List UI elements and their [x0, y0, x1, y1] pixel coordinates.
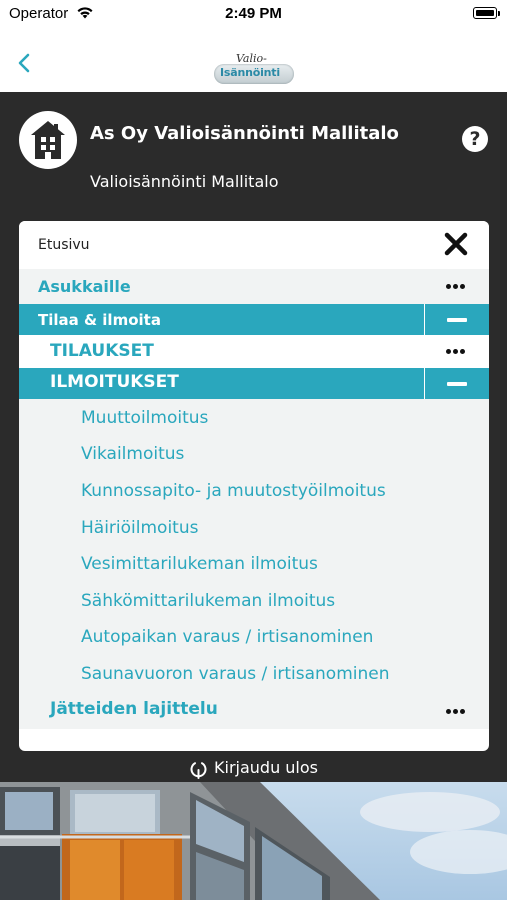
building-photo-image — [0, 782, 507, 900]
help-icon[interactable]: ? — [462, 126, 488, 152]
menu-item-jatteiden-label[interactable]: Jätteiden lajittelu — [50, 699, 218, 719]
menu-subitem[interactable]: Autopaikan varaus / irtisanominen — [81, 627, 373, 647]
app-logo: Valio- Isännöinti — [214, 52, 296, 86]
menu-item-tilaukset[interactable]: TILAUKSET — [19, 335, 489, 368]
logo-bottom-text: Isännöinti — [220, 66, 280, 79]
status-bar: Operator 2:49 PM — [0, 0, 507, 28]
close-icon[interactable] — [443, 231, 469, 257]
menu-item-tilaa-label: Tilaa & ilmoita — [38, 311, 161, 329]
menu-item-tilaa-ilmoita[interactable]: Tilaa & ilmoita — [19, 304, 489, 335]
menu-item-tilaukset-label: TILAUKSET — [50, 341, 154, 361]
collapse-icon[interactable] — [424, 304, 489, 335]
menu-subitem[interactable]: Vesimittarilukeman ilmoitus — [81, 554, 318, 574]
menu-item-home-label: Etusivu — [38, 237, 90, 253]
nav-bar: Valio- Isännöinti — [0, 28, 507, 92]
building-avatar — [19, 111, 77, 169]
more-icon[interactable] — [446, 284, 466, 290]
property-header: As Oy Valioisännöinti Mallitalo Valioisä… — [0, 92, 507, 220]
more-icon[interactable] — [446, 709, 466, 715]
menu-subitem[interactable]: Sähkömittarilukeman ilmoitus — [81, 591, 335, 611]
property-subtitle: Valioisännöinti Mallitalo — [90, 172, 279, 191]
back-chevron-icon[interactable] — [14, 52, 36, 74]
menu-subitem[interactable]: Vikailmoitus — [81, 444, 184, 464]
ilmoitukset-submenu: Muuttoilmoitus Vikailmoitus Kunnossapito… — [19, 399, 489, 729]
property-title: As Oy Valioisännöinti Mallitalo — [90, 123, 399, 144]
collapse-icon[interactable] — [424, 368, 489, 399]
status-time: 2:49 PM — [225, 5, 282, 22]
more-icon[interactable] — [446, 349, 466, 355]
logout-button[interactable]: Kirjaudu ulos — [0, 752, 507, 782]
menu-subitem[interactable]: Saunavuoron varaus / irtisanominen — [81, 664, 390, 684]
menu-item-asukkaille-label: Asukkaille — [38, 277, 131, 296]
menu-subitem[interactable]: Häiriöilmoitus — [81, 518, 198, 538]
menu-subitem[interactable]: Kunnossapito- ja muutostyöilmoitus — [81, 481, 386, 501]
logout-label: Kirjaudu ulos — [214, 758, 318, 777]
building-photo — [0, 782, 507, 900]
menu-subitem[interactable]: Muuttoilmoitus — [81, 408, 208, 428]
battery-icon — [473, 7, 500, 19]
menu-item-ilmoitukset[interactable]: ILMOITUKSET — [19, 368, 489, 399]
power-icon — [190, 762, 207, 779]
menu-item-asukkaille[interactable]: Asukkaille — [19, 269, 489, 304]
navigation-menu: Etusivu Asukkaille Tilaa & ilmoita TILAU… — [19, 221, 489, 751]
menu-item-ilmoitukset-label: ILMOITUKSET — [50, 372, 179, 392]
menu-item-home[interactable]: Etusivu — [19, 221, 489, 269]
building-icon — [31, 121, 65, 159]
